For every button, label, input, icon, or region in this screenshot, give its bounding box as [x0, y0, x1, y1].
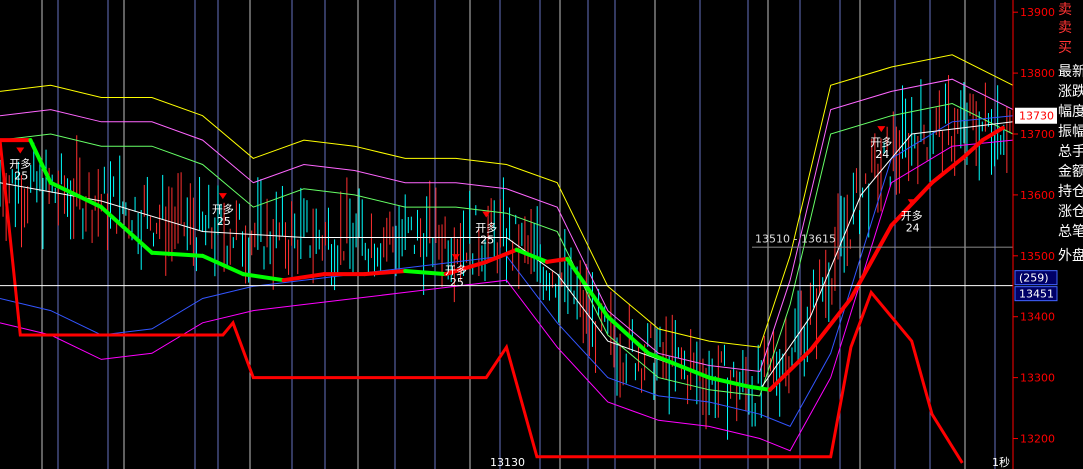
band-upper-line	[0, 54, 1014, 348]
trend-segment	[403, 269, 448, 277]
trend-segment	[747, 384, 772, 392]
y-tick-label: 13700	[1020, 128, 1055, 141]
y-tick-label: 13500	[1020, 250, 1055, 263]
signal-label: 开多	[475, 220, 497, 234]
side-panel-label: 总笔	[1058, 224, 1083, 240]
range-text: 13510 - 13615	[755, 233, 836, 246]
side-panel-label: 买	[1058, 40, 1072, 56]
trend-segment	[514, 247, 550, 264]
y-tick-label: 13800	[1020, 67, 1055, 80]
trend-segment	[848, 223, 894, 301]
signal-arrow-icon	[218, 193, 227, 200]
side-panel: 卖卖买最新 涨跌 幅度 振幅 总手 金额 持仓 涨仓 总笔 外盘	[1058, 0, 1083, 469]
side-panel-label: 涨跌	[1058, 84, 1083, 100]
signal-count: 25	[217, 215, 231, 228]
signal-count: 25	[450, 276, 464, 289]
trend-segment	[545, 256, 570, 264]
signal-label: 开多	[901, 208, 923, 222]
side-panel-label: 卖	[1058, 2, 1072, 18]
side-panel-label: 幅度	[1058, 104, 1083, 120]
trend-segment	[281, 272, 327, 283]
y-tick-label: 13300	[1020, 372, 1055, 385]
trend-segment	[362, 269, 408, 277]
period-label: 1秒	[992, 455, 1010, 469]
low-marker-label: 13130	[490, 456, 525, 469]
crosshair-bar-label: (259)	[1019, 272, 1049, 285]
side-panel-label: 外盘	[1058, 248, 1083, 264]
signal-label: 开多	[445, 263, 467, 277]
signal-count: 25	[14, 170, 28, 183]
y-tick-label: 13600	[1020, 189, 1055, 202]
range-line	[752, 246, 1013, 248]
side-panel-label: 卖	[1058, 20, 1072, 36]
y-tick-label: 13200	[1020, 433, 1055, 446]
band-lower-line	[0, 139, 1014, 452]
crosshair-price-label: 13451	[1019, 288, 1054, 301]
trend-segment	[241, 272, 286, 283]
signal-count: 25	[480, 233, 494, 246]
side-panel-label: 总手	[1058, 144, 1083, 160]
side-panel-label: 金额	[1058, 164, 1083, 180]
trend-segment	[484, 247, 519, 264]
side-panel-label: 涨仓	[1058, 204, 1083, 220]
signal-label: 开多	[9, 157, 31, 171]
signal-arrow-icon	[877, 126, 886, 133]
y-tick-label: 13400	[1020, 311, 1055, 324]
signal-label: 开多	[212, 202, 234, 216]
signal-count: 24	[875, 148, 889, 161]
signal-arrow-icon	[482, 211, 491, 218]
signal-arrow-icon	[451, 254, 460, 261]
last-price-label: 13730	[1019, 110, 1054, 123]
trend-segment	[929, 156, 965, 185]
signal-count: 24	[906, 221, 920, 234]
price-chart[interactable]: 开多25开多25开多25开多25开多24开多2413510 - 13615131…	[0, 0, 1083, 469]
signal-arrow-icon	[16, 147, 25, 154]
side-panel-label: 最新	[1058, 64, 1083, 80]
trend-segment	[200, 253, 246, 277]
side-panel-label: 振幅	[1058, 124, 1083, 140]
side-panel-label: 持仓	[1058, 184, 1083, 200]
signal-label: 开多	[870, 135, 892, 149]
band-upper-inner-line	[0, 78, 1014, 373]
y-tick-label: 13900	[1020, 6, 1055, 19]
